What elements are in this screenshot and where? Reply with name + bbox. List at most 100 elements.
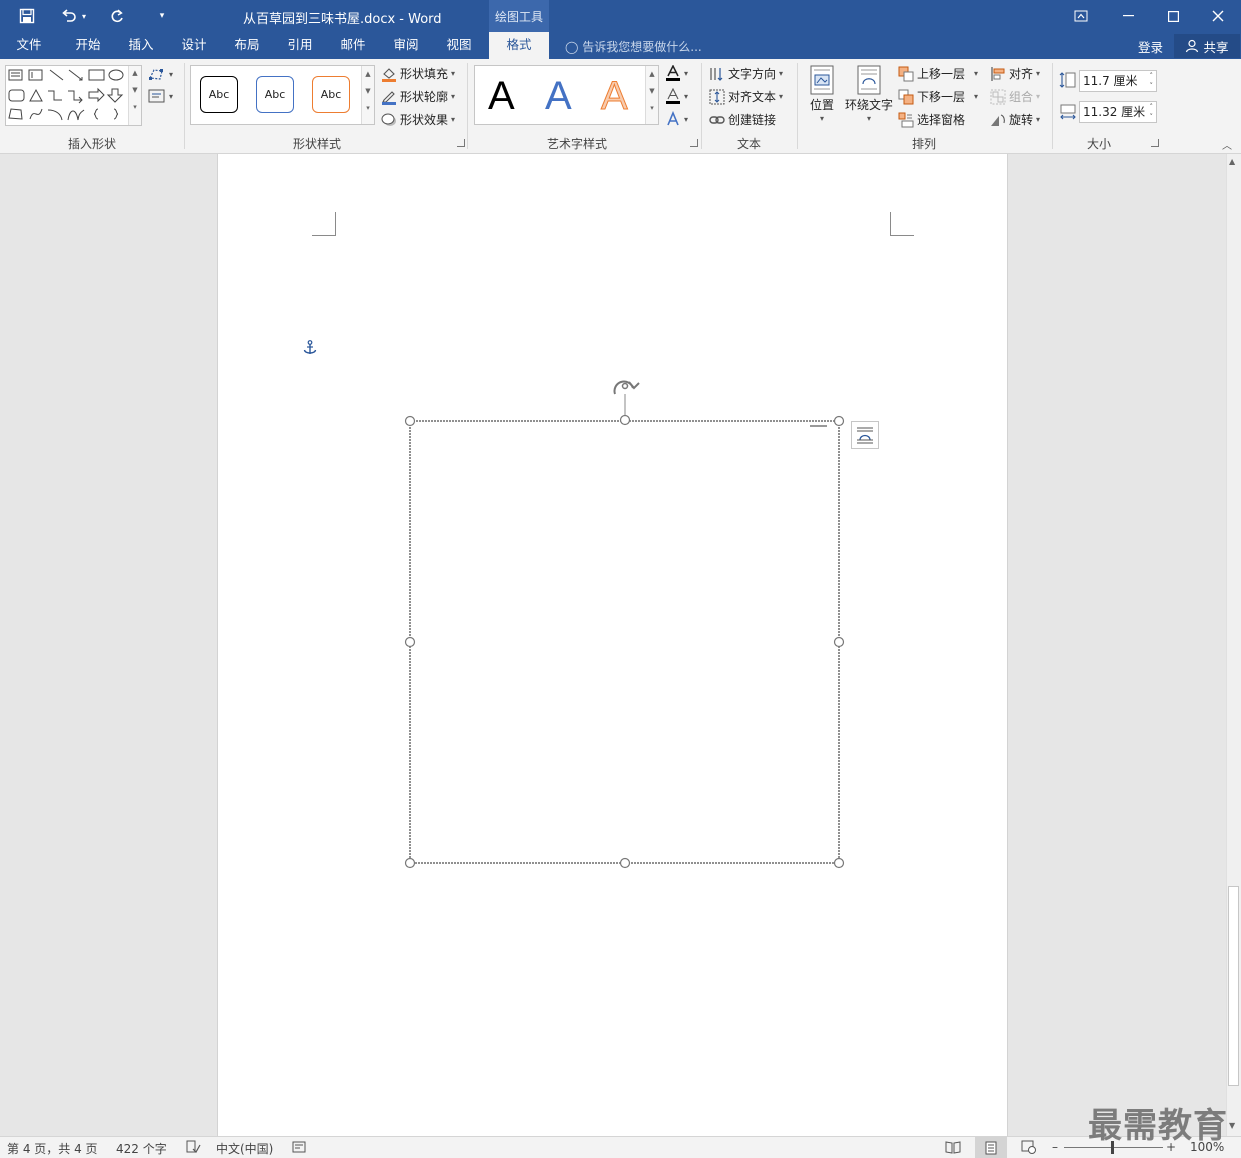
close-button[interactable] (1195, 0, 1241, 32)
shape-icons (8, 69, 124, 121)
ribbon-display-options-icon[interactable] (1058, 0, 1104, 32)
tab-review[interactable]: 审阅 (384, 32, 428, 59)
scroll-down-icon[interactable]: ▼ (1229, 1121, 1235, 1130)
resize-handle-right[interactable] (833, 636, 845, 648)
edit-shape-button[interactable]: ▾ (148, 67, 173, 81)
wordart-styles-launcher[interactable] (690, 139, 698, 147)
group-label-insert-shapes: 插入形状 (68, 137, 117, 151)
margin-corner-top-right (890, 212, 914, 236)
shape-style-black[interactable]: Abc (200, 76, 238, 113)
resize-handle-left[interactable] (404, 636, 416, 648)
shape-fill-button[interactable]: 形状填充 ▾ (381, 65, 455, 82)
send-backward-button[interactable]: 下移一层 ▾ (898, 88, 978, 105)
create-link-button[interactable]: 创建链接 (709, 111, 776, 128)
redo-icon[interactable] (106, 5, 128, 27)
customize-qat-icon[interactable]: ▾ (151, 5, 173, 27)
height-spinner-icon[interactable]: ˄ ˅ (1150, 71, 1154, 91)
paint-bucket-icon (382, 67, 396, 82)
position-label: 位置 (809, 98, 834, 112)
shape-width-input[interactable]: 11.32 厘米 ˄ ˅ (1079, 101, 1157, 123)
read-mode-icon[interactable] (945, 1140, 961, 1157)
save-icon[interactable] (16, 5, 38, 27)
tab-view[interactable]: 视图 (437, 32, 481, 59)
tab-references[interactable]: 引用 (278, 32, 322, 59)
tab-home[interactable]: 开始 (66, 32, 110, 59)
wordart-scroll[interactable]: ▲ ▼ ▾ (645, 66, 658, 124)
share-button[interactable]: 共享 (1174, 34, 1240, 58)
shape-style-gallery[interactable]: Abc Abc Abc ▲ ▼ ▾ (190, 65, 375, 125)
word-count[interactable]: 422 个字 (116, 1140, 167, 1157)
page-count[interactable]: 第 4 页，共 4 页 (7, 1140, 98, 1157)
shape-fill-label: 形状填充 (400, 67, 449, 81)
resize-handle-top-left[interactable] (404, 415, 416, 427)
group-label: 组合 (1009, 90, 1034, 104)
resize-handle-top-right[interactable] (833, 415, 845, 427)
shape-gallery[interactable]: ▲ ▼ ▾ (5, 65, 142, 126)
tab-design[interactable]: 设计 (172, 32, 216, 59)
macro-record-icon[interactable] (292, 1140, 306, 1157)
tab-mailings[interactable]: 邮件 (331, 32, 375, 59)
align-text-button[interactable]: 对齐文本 ▾ (709, 88, 783, 105)
create-link-label: 创建链接 (728, 113, 777, 127)
zoom-out-icon[interactable]: – (1052, 1140, 1058, 1154)
scroll-up-icon[interactable]: ▲ (1229, 157, 1235, 166)
wrap-text-button[interactable]: 环绕文字 ▾ (844, 65, 894, 123)
undo-icon[interactable] (58, 5, 80, 27)
shape-height-input[interactable]: 11.7 厘米 ˄ ˅ (1079, 70, 1157, 92)
selection-pane-button[interactable]: 选择窗格 (898, 111, 965, 128)
wordart-gallery[interactable]: A A A ▲ ▼ ▾ (474, 65, 659, 125)
print-layout-icon[interactable] (975, 1137, 1007, 1158)
shape-style-orange[interactable]: Abc (312, 76, 350, 113)
rotate-button[interactable]: 旋转 ▾ (990, 111, 1040, 128)
wordart-black[interactable]: A (488, 74, 515, 118)
group-button[interactable]: 组合 ▾ (990, 88, 1040, 105)
selected-shape[interactable] (400, 372, 850, 872)
edit-shape-icon (149, 69, 163, 80)
shape-gallery-scroll[interactable]: ▲ ▼ ▾ (128, 66, 141, 125)
tab-insert[interactable]: 插入 (119, 32, 163, 59)
scroll-thumb[interactable] (1228, 886, 1239, 1086)
align-button[interactable]: 对齐 ▾ (990, 65, 1040, 82)
resize-handle-bottom-left[interactable] (404, 857, 416, 869)
align-text-icon (709, 89, 725, 104)
undo-dropdown-icon[interactable]: ▾ (78, 5, 90, 27)
tab-layout[interactable]: 布局 (225, 32, 269, 59)
bring-forward-button[interactable]: 上移一层 ▾ (898, 65, 978, 82)
collapse-ribbon-icon[interactable]: ︿ (1222, 137, 1232, 152)
layout-options-button[interactable] (851, 421, 879, 449)
language[interactable]: 中文(中国) (216, 1140, 273, 1157)
rotate-icon (991, 113, 1005, 126)
sign-in-link[interactable]: 登录 (1138, 37, 1163, 56)
shape-border[interactable] (409, 420, 840, 864)
resize-handle-bottom-right[interactable] (833, 857, 845, 869)
tab-file[interactable]: 文件 (8, 32, 50, 59)
shape-outline-button[interactable]: 形状轮廓 ▾ (381, 88, 455, 105)
text-effects-button[interactable]: ▾ (665, 111, 688, 127)
text-direction-button[interactable]: 文字方向 ▾ (709, 65, 783, 82)
minimize-button[interactable] (1105, 0, 1151, 32)
text-box-button[interactable]: ▾ (148, 89, 173, 103)
group-label-text: 文本 (737, 137, 762, 151)
width-spinner-icon[interactable]: ˄ ˅ (1150, 102, 1154, 122)
size-launcher[interactable] (1151, 139, 1159, 147)
ribbon: ▲ ▼ ▾ ▾ ▾ 插入形状 Abc Abc Abc ▲ ▼ ▾ 形状填充 ▾ 形… (0, 59, 1241, 154)
proofing-icon[interactable] (185, 1140, 201, 1157)
lightbulb-icon: ◯ (565, 40, 579, 54)
shape-styles-launcher[interactable] (457, 139, 465, 147)
shape-style-scroll[interactable]: ▲ ▼ ▾ (361, 66, 374, 124)
resize-handle-bottom[interactable] (619, 857, 631, 869)
text-fill-button[interactable]: ▾ (665, 65, 688, 82)
maximize-button[interactable] (1150, 0, 1196, 32)
position-button[interactable]: 位置 ▾ (806, 65, 838, 123)
tell-me-search[interactable]: ◯ 告诉我您想要做什么... (565, 38, 702, 55)
wordart-orange[interactable]: A (601, 74, 629, 119)
group-label-size: 大小 (1087, 137, 1112, 151)
web-layout-icon[interactable] (1021, 1140, 1037, 1157)
link-icon (709, 115, 725, 124)
text-outline-button[interactable]: ▾ (665, 88, 688, 105)
wordart-blue[interactable]: A (545, 74, 572, 118)
tab-format[interactable]: 格式 (489, 32, 549, 59)
resize-handle-top[interactable] (619, 414, 631, 426)
shape-effects-button[interactable]: 形状效果 ▾ (381, 111, 455, 128)
shape-style-blue[interactable]: Abc (256, 76, 294, 113)
